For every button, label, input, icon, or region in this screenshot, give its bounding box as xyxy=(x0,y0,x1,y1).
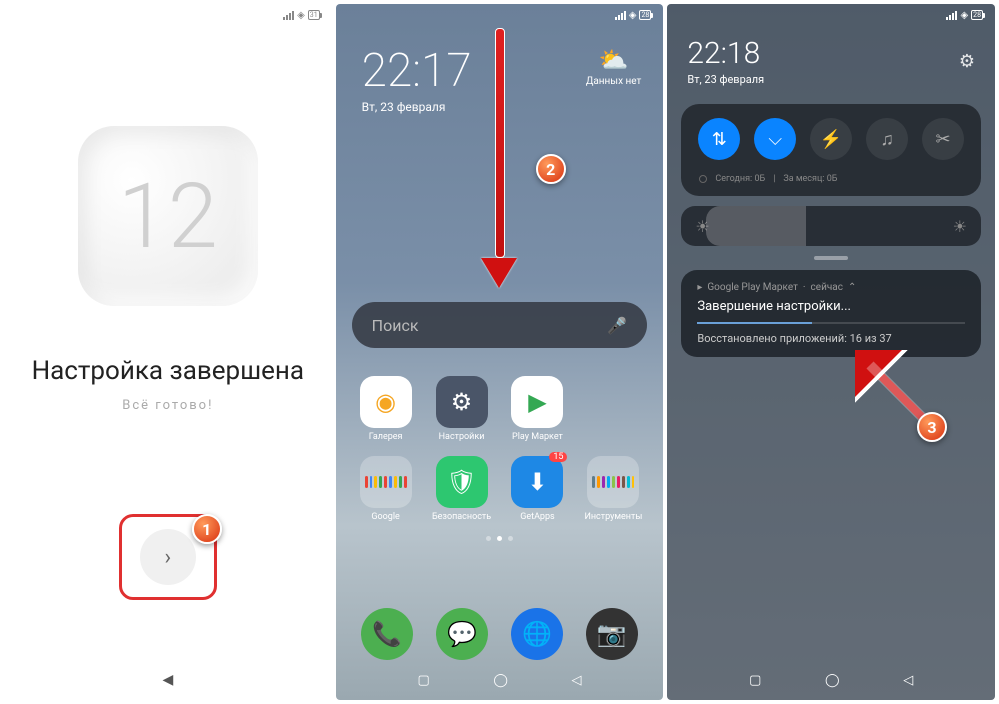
notification-when: сейчас xyxy=(811,282,843,293)
status-bar: ◈ 28 xyxy=(667,4,995,26)
app-label: Настройки xyxy=(439,432,485,442)
app-getapps[interactable]: ⬇ 15 GetApps xyxy=(502,456,574,522)
toggle-sound[interactable]: ♫ xyxy=(866,118,908,160)
app-security[interactable]: 🛡 Безопасность xyxy=(426,456,498,522)
notification-source: Google Play Маркет xyxy=(707,282,798,293)
toggle-wifi[interactable]: ⌵ xyxy=(754,118,796,160)
play-icon: ▸ xyxy=(697,282,702,293)
search-placeholder: Поиск xyxy=(372,316,419,335)
usage-month: За месяц: 0Б xyxy=(783,174,837,184)
data-usage: Сегодня: 0Б | За месяц: 0Б xyxy=(691,170,971,188)
status-bar: ◈ 31 xyxy=(4,4,332,26)
callout-2: 2 xyxy=(536,154,566,184)
signal-icon xyxy=(615,11,626,20)
swipe-down-arrow xyxy=(494,28,506,288)
dock: 📞 💬 🌐 📷 xyxy=(336,608,664,660)
shade-date: Вт, 23 февраля xyxy=(687,73,764,86)
getapps-icon: ⬇ 15 xyxy=(511,456,563,508)
app-label: Галерея xyxy=(369,432,403,442)
notification-title: Завершение настройки... xyxy=(697,299,965,314)
nav-back-icon[interactable]: ◀ xyxy=(162,672,173,688)
next-button[interactable]: › xyxy=(140,529,196,585)
notification-subtitle: Восстановлено приложений: 16 из 37 xyxy=(697,332,965,345)
wifi-icon: ◈ xyxy=(960,10,968,21)
screen-notification-shade: ◈ 28 22:18 Вт, 23 февраля ⚙ ⇅ ⌵ ⚡ ♫ ✂ Се… xyxy=(667,4,995,700)
dock-browser[interactable]: 🌐 xyxy=(511,608,563,660)
nav-recents-icon[interactable]: ▢ xyxy=(417,673,429,688)
shade-header: 22:18 Вт, 23 февраля ⚙ xyxy=(667,26,995,96)
badge: 15 xyxy=(549,452,567,462)
dock-phone[interactable]: 📞 xyxy=(361,608,413,660)
notification-header: ▸ Google Play Маркет · сейчас ⌃ xyxy=(697,282,965,293)
callout-1: 1 xyxy=(192,514,222,544)
nav-home-icon[interactable]: ◯ xyxy=(493,673,508,688)
nav-back-icon[interactable]: ◁ xyxy=(903,673,913,688)
notification-play-restore[interactable]: ▸ Google Play Маркет · сейчас ⌃ Завершен… xyxy=(681,270,981,357)
folder-icon xyxy=(587,456,639,508)
toggle-screenshot[interactable]: ✂ xyxy=(922,118,964,160)
app-gallery[interactable]: ◉ Галерея xyxy=(350,376,422,442)
app-label: Google xyxy=(371,512,399,522)
weather-widget[interactable]: ⛅ Данных нет xyxy=(586,46,642,87)
nav-home-icon[interactable]: ◯ xyxy=(825,673,840,688)
folder-tools[interactable]: Инструменты xyxy=(577,456,649,522)
app-empty xyxy=(577,376,649,442)
app-play-market[interactable]: ▶ Play Маркет xyxy=(502,376,574,442)
gallery-icon: ◉ xyxy=(360,376,412,428)
gear-icon: ⚙ xyxy=(436,376,488,428)
toggle-mobile-data[interactable]: ⇅ xyxy=(698,118,740,160)
app-label: Безопасность xyxy=(432,512,491,522)
dock-camera[interactable]: 📷 xyxy=(586,608,638,660)
brightness-high-icon: ☀ xyxy=(953,217,967,236)
battery-icon: 31 xyxy=(308,10,320,20)
miui-logo: 12 xyxy=(78,126,258,306)
chevron-right-icon: › xyxy=(165,545,172,570)
usage-today: Сегодня: 0Б xyxy=(715,174,765,184)
wifi-icon: ◈ xyxy=(629,10,637,21)
settings-icon[interactable]: ⚙ xyxy=(959,51,975,72)
app-label: GetApps xyxy=(520,512,554,522)
battery-icon: 28 xyxy=(639,10,651,20)
toggle-flashlight[interactable]: ⚡ xyxy=(810,118,852,160)
signal-icon xyxy=(946,11,957,20)
app-label: Play Маркет xyxy=(512,432,563,442)
status-bar: ◈ 28 xyxy=(336,4,664,26)
setup-complete-title: Настройка завершена xyxy=(32,356,304,386)
nav-bar: ◀ xyxy=(4,660,332,700)
screen-setup-complete: ◈ 31 12 Настройка завершена Всё готово! … xyxy=(4,4,332,700)
shade-drag-handle[interactable] xyxy=(814,256,848,260)
mic-icon[interactable]: 🎤 xyxy=(607,316,627,335)
weather-label: Данных нет xyxy=(586,76,642,87)
wifi-icon: ◈ xyxy=(297,10,305,21)
setup-complete-subtitle: Всё готово! xyxy=(122,398,213,413)
app-label: Инструменты xyxy=(584,512,642,522)
shield-icon: 🛡 xyxy=(436,456,488,508)
usage-dot-icon xyxy=(699,175,707,183)
play-icon: ▶ xyxy=(511,376,563,428)
shade-time: 22:18 xyxy=(687,36,764,71)
progress-bar xyxy=(697,322,965,324)
app-grid: ◉ Галерея ⚙ Настройки ▶ Play Маркет Goog… xyxy=(336,376,664,522)
folder-google[interactable]: Google xyxy=(350,456,422,522)
weather-icon: ⛅ xyxy=(586,46,642,74)
callout-3: 3 xyxy=(917,412,947,442)
nav-back-icon[interactable]: ◁ xyxy=(572,673,582,688)
nav-recents-icon[interactable]: ▢ xyxy=(749,673,761,688)
quick-settings: ⇅ ⌵ ⚡ ♫ ✂ Сегодня: 0Б | За месяц: 0Б xyxy=(681,104,981,196)
screen-home: ◈ 28 22:17 Вт, 23 февраля ⛅ Данных нет 2… xyxy=(336,4,664,700)
signal-icon xyxy=(283,11,294,20)
chevron-up-icon: ⌃ xyxy=(848,282,856,293)
search-bar[interactable]: Поиск 🎤 xyxy=(352,302,648,348)
page-indicator xyxy=(336,536,664,541)
nav-bar: ▢ ◯ ◁ xyxy=(667,660,995,700)
nav-bar: ▢ ◯ ◁ xyxy=(336,660,664,700)
brightness-slider[interactable]: ☀ ☀ xyxy=(681,206,981,246)
dock-messages[interactable]: 💬 xyxy=(436,608,488,660)
app-settings[interactable]: ⚙ Настройки xyxy=(426,376,498,442)
battery-icon: 28 xyxy=(971,10,983,20)
folder-icon xyxy=(360,456,412,508)
